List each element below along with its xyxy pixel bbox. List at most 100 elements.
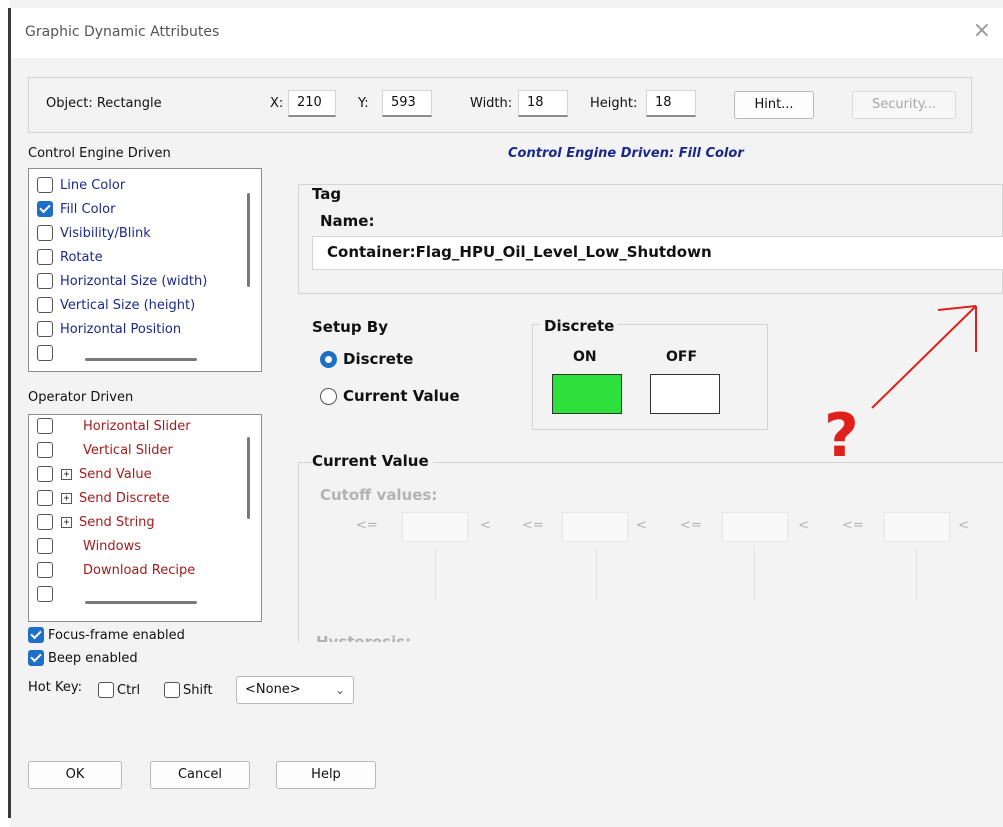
object-label: Object: Rectangle: [46, 96, 162, 111]
on-color-swatch[interactable]: [552, 374, 622, 414]
list-item[interactable]: Vertical Size (height): [37, 294, 195, 316]
shift-label: Shift: [183, 682, 213, 698]
vertical-scrollbar[interactable]: [247, 193, 250, 287]
beep-option[interactable]: Beep enabled: [28, 647, 138, 669]
expand-icon[interactable]: +: [61, 516, 72, 528]
cutoff-label: Cutoff values:: [320, 486, 438, 504]
list-item-label: Fill Color: [60, 201, 116, 217]
beep-checkbox[interactable]: [28, 650, 44, 666]
checkbox[interactable]: [37, 345, 53, 361]
checkbox[interactable]: [37, 514, 53, 530]
list-item[interactable]: Rotate: [37, 246, 103, 268]
off-color-swatch[interactable]: [650, 374, 720, 414]
checkbox[interactable]: [37, 273, 53, 289]
cutoff-field[interactable]: [722, 512, 788, 542]
checkbox[interactable]: [37, 418, 53, 434]
list-item-label: Visibility/Blink: [60, 225, 151, 241]
chevron-down-icon: ⌄: [334, 683, 345, 697]
list-item[interactable]: Fill Color: [37, 198, 115, 220]
cutoff-op: <=: [356, 518, 378, 533]
beep-label: Beep enabled: [48, 650, 138, 666]
checkbox[interactable]: [37, 297, 53, 313]
checkbox[interactable]: [37, 538, 53, 554]
cutoff-field[interactable]: [884, 512, 950, 542]
checkbox[interactable]: [37, 321, 53, 337]
radio[interactable]: [320, 387, 337, 405]
dialog-window: Graphic Dynamic Attributes × Object: Rec…: [0, 0, 1003, 827]
focus-frame-checkbox[interactable]: [28, 627, 44, 643]
ok-button[interactable]: OK: [28, 761, 122, 789]
focus-frame-label: Focus-frame enabled: [48, 627, 185, 643]
height-field[interactable]: 18: [646, 90, 696, 117]
color-column-divider: [435, 548, 436, 600]
operator-driven-list[interactable]: Horizontal Slider Vertical Slider + Send…: [28, 414, 262, 622]
list-item-label: Windows: [83, 538, 142, 554]
list-item[interactable]: Download Recipe: [37, 559, 195, 581]
horizontal-scrollbar[interactable]: [85, 601, 197, 604]
hotkey-select[interactable]: <None> ⌄: [236, 676, 354, 704]
radio-label: Current Value: [343, 387, 460, 405]
radio-label: Discrete: [343, 350, 414, 368]
security-button[interactable]: Security...: [852, 91, 956, 119]
width-field[interactable]: 18: [518, 90, 568, 117]
control-engine-label: Control Engine Driven: [28, 146, 171, 161]
list-item-label: Horizontal Position: [60, 321, 182, 337]
checkbox[interactable]: [37, 466, 53, 482]
list-item[interactable]: Horizontal Position: [37, 318, 181, 340]
cutoff-field[interactable]: [562, 512, 628, 542]
cancel-button[interactable]: Cancel: [150, 761, 250, 789]
list-item[interactable]: Horizontal Slider: [37, 415, 191, 437]
shift-option[interactable]: Shift: [164, 679, 213, 701]
radio-selected[interactable]: [320, 350, 337, 368]
shift-checkbox[interactable]: [164, 682, 180, 698]
hint-button[interactable]: Hint...: [734, 91, 814, 119]
list-item-partial[interactable]: [37, 583, 53, 605]
list-item-label: Send Discrete: [79, 490, 170, 506]
list-item[interactable]: + Send Value: [37, 463, 152, 485]
setup-current-value-radio[interactable]: Current Value: [320, 387, 460, 405]
ctrl-checkbox[interactable]: [98, 682, 114, 698]
close-icon[interactable]: ×: [973, 20, 991, 42]
list-item[interactable]: Line Color: [37, 174, 125, 196]
list-item-label: Horizontal Size (width): [60, 273, 208, 289]
tag-name-field[interactable]: Container:Flag_HPU_Oil_Level_Low_Shutdow…: [312, 236, 1003, 270]
vertical-scrollbar[interactable]: [247, 437, 250, 519]
checkbox[interactable]: [37, 442, 53, 458]
cutoff-op: <=: [680, 518, 702, 533]
checkbox-checked[interactable]: [37, 201, 53, 217]
panel-title: Control Engine Driven: Fill Color: [508, 146, 744, 161]
x-field[interactable]: 210: [288, 90, 336, 117]
color-column-divider: [754, 548, 755, 600]
checkbox[interactable]: [37, 490, 53, 506]
title-bar: Graphic Dynamic Attributes ×: [11, 8, 1003, 58]
list-item-label: Download Recipe: [83, 562, 196, 578]
width-label: Width:: [470, 96, 513, 111]
list-item-label: Line Color: [60, 177, 126, 193]
list-item[interactable]: Vertical Slider: [37, 439, 173, 461]
expand-icon[interactable]: +: [61, 468, 72, 480]
list-item[interactable]: Horizontal Size (width): [37, 270, 207, 292]
checkbox[interactable]: [37, 177, 53, 193]
list-item[interactable]: + Send String: [37, 511, 155, 533]
list-item[interactable]: Windows: [37, 535, 141, 557]
annotation-question-mark: ?: [824, 401, 859, 471]
list-item-label: Send String: [79, 514, 155, 530]
horizontal-scrollbar[interactable]: [85, 358, 197, 361]
list-item-partial[interactable]: [37, 342, 53, 364]
list-item[interactable]: Visibility/Blink: [37, 222, 151, 244]
cutoff-op: <: [480, 518, 491, 533]
focus-frame-option[interactable]: Focus-frame enabled: [28, 624, 185, 646]
cutoff-field[interactable]: [402, 512, 468, 542]
checkbox[interactable]: [37, 562, 53, 578]
control-engine-list[interactable]: Line Color Fill Color Visibility/Blink R…: [28, 168, 262, 372]
expand-icon[interactable]: +: [61, 492, 72, 504]
ctrl-option[interactable]: Ctrl: [98, 679, 140, 701]
checkbox[interactable]: [37, 225, 53, 241]
checkbox[interactable]: [37, 249, 53, 265]
list-item[interactable]: + Send Discrete: [37, 487, 170, 509]
setup-discrete-radio[interactable]: Discrete: [320, 350, 413, 368]
checkbox[interactable]: [37, 586, 53, 602]
y-field[interactable]: 593: [382, 90, 432, 117]
help-button[interactable]: Help: [276, 761, 376, 789]
hysteresis-clip: Hysteresis:: [310, 633, 460, 642]
